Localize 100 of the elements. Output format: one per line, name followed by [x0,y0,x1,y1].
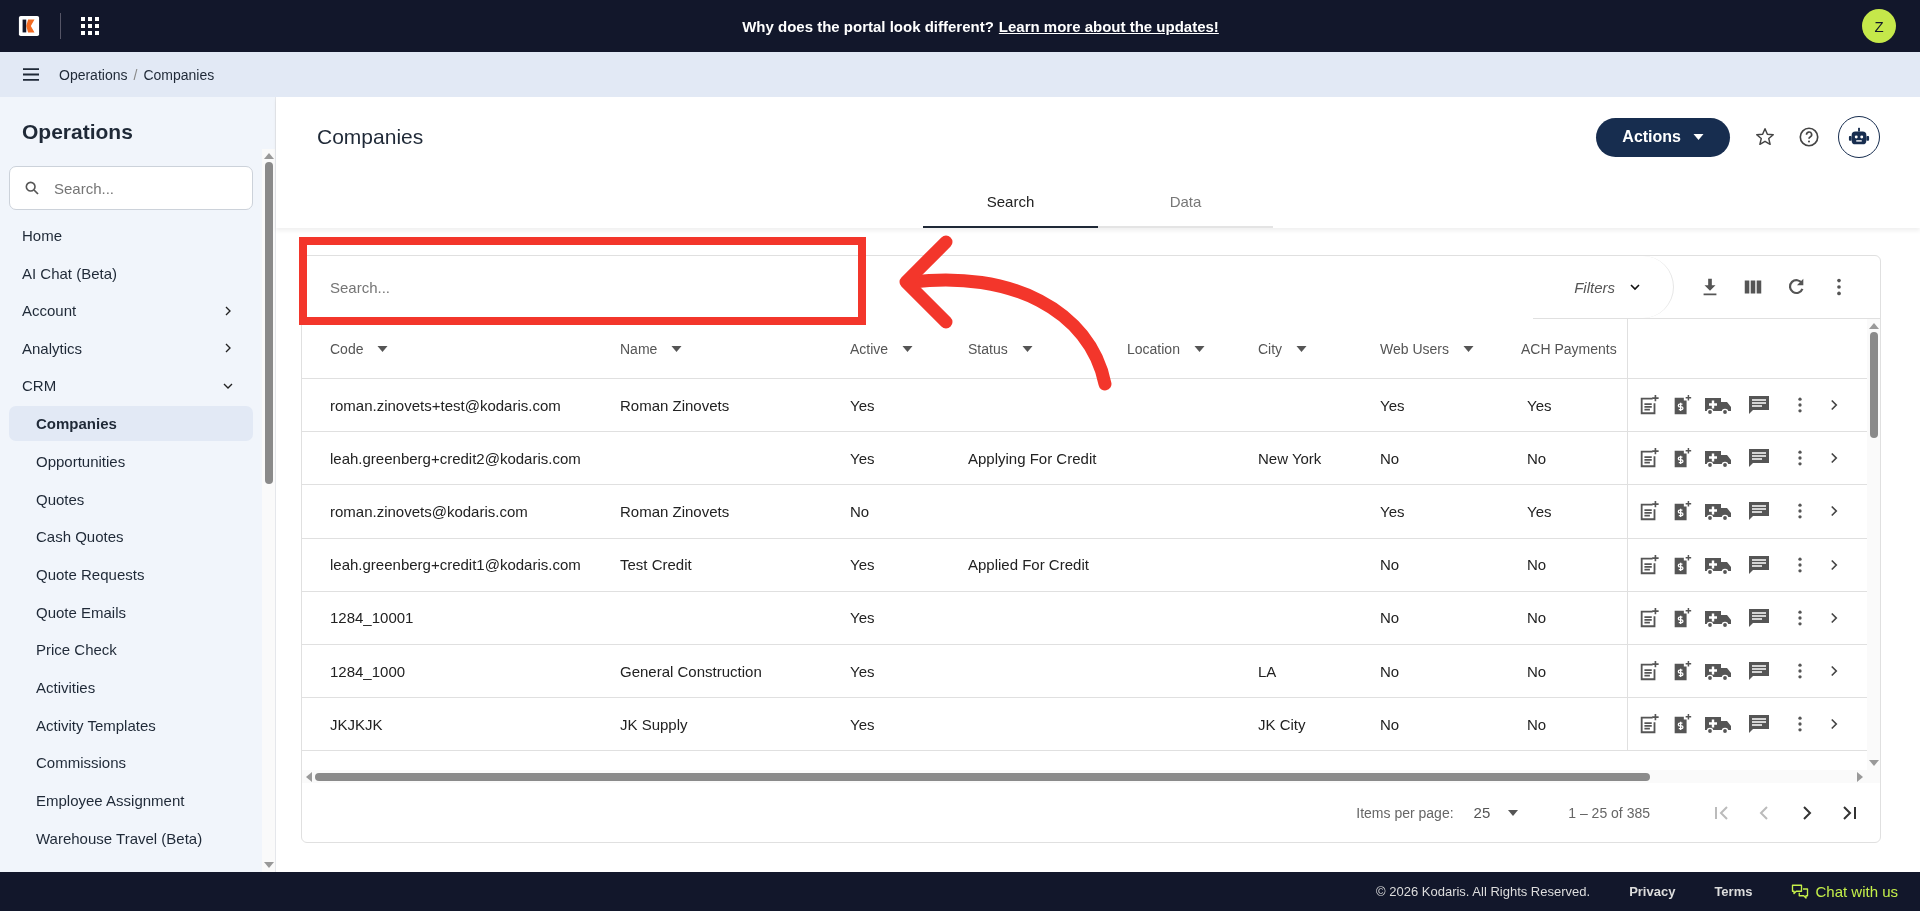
table-cell: Roman Zinovets [620,502,730,520]
page-size-select[interactable]: 25 [1473,804,1519,821]
sidebar-item[interactable]: Analytics [9,329,253,367]
scrollbar[interactable] [1867,319,1880,770]
table-cell: No [1380,556,1400,574]
sidebar-item[interactable]: Commissions [9,744,253,782]
column-header[interactable]: Code [302,319,592,378]
table-cell: Roman Zinovets [620,396,730,414]
page-range: 1 – 25 of 385 [1568,804,1650,821]
sidebar-item[interactable]: Warehouse Travel (Beta) [9,819,253,858]
table-cell: Test Credit [620,556,692,574]
sort-caret-icon [1021,345,1033,352]
column-header[interactable]: Location [1099,319,1230,378]
sidebar-item[interactable]: Quotes [9,480,253,518]
sidebar-item[interactable]: Price Check [9,630,253,669]
tab[interactable]: Search [923,177,1098,228]
note-plus-icon[interactable] [1638,713,1660,736]
table-cell: 1284_1000 [330,662,406,680]
table-cell: Yes [1527,502,1552,520]
tab[interactable]: Data [1098,177,1273,228]
note-plus-icon[interactable] [1638,660,1660,683]
sidebar-item[interactable]: Account [9,292,253,330]
sort-caret-icon [1463,345,1474,352]
table-cell: leah.greenberg+credit2@kodaris.com [330,449,581,467]
sort-caret-icon [671,345,683,352]
table-cell: No [850,502,870,520]
menu-icon[interactable] [23,68,39,81]
caret-icon [1508,809,1519,816]
column-header[interactable]: Status [940,319,1099,378]
table-cell: Yes [850,449,875,467]
table-cell: Yes [850,715,875,733]
table-cell: No [1527,449,1547,467]
star-icon[interactable] [1754,126,1776,148]
chat-bubbles-icon [1791,882,1810,901]
table-cell: LA [1258,662,1277,680]
sidebar-search-field[interactable]: Search... [9,166,253,210]
table-cell: No [1380,662,1400,680]
column-header[interactable]: Name [592,319,822,378]
footer-link[interactable]: Privacy [1629,884,1676,899]
user-avatar[interactable]: Z [1862,9,1896,43]
caret-icon [1693,134,1704,140]
sort-caret-icon [902,345,914,352]
table-cell: JK City [1258,715,1306,733]
note-plus-icon[interactable] [1638,500,1660,523]
sidebar-item[interactable]: Activity Templates [9,706,253,744]
table-cell: Yes [1380,396,1405,414]
breadcrumb-link[interactable]: Companies [143,66,215,83]
sidebar-item[interactable]: Companies [9,405,253,441]
banner-link[interactable]: Learn more about the updates! [998,17,1219,35]
table-cell: JK Supply [620,715,688,733]
sidebar-item[interactable]: CRM [9,367,253,405]
table-cell: No [1527,715,1547,733]
chat-link[interactable]: Chat with us [1791,882,1898,901]
page-title: Companies [317,125,425,149]
sidebar-title: Operations [21,119,134,145]
actions-button[interactable]: Actions [1596,117,1730,157]
column-header[interactable]: City [1230,319,1352,378]
table-cell: No [1380,609,1400,627]
table-cell: Yes [850,396,875,414]
items-per-page-label: Items per page: [1356,804,1454,821]
sidebar-item[interactable]: Employee Assignment [9,781,253,820]
table-cell: No [1380,449,1400,467]
sidebar-item[interactable]: AI Chat (Beta) [9,254,253,292]
sidebar-item[interactable]: Cash Quotes [9,517,253,556]
scrollbar[interactable] [302,770,1880,783]
copyright-text: © 2026 Kodaris. All Rights Reserved. [1376,884,1591,899]
table-cell: Applying For Credit [968,449,1097,467]
column-header[interactable]: Active [822,319,940,378]
table-cell: Yes [1380,502,1405,520]
table-cell: Applied For Credit [968,556,1089,574]
table-cell: Yes [850,662,875,680]
sort-caret-icon [377,345,389,352]
sidebar-item[interactable]: Opportunities [9,442,253,481]
sort-caret-icon [1193,345,1205,352]
note-plus-icon[interactable] [1638,447,1660,470]
sidebar-item[interactable]: Quote Requests [9,555,253,594]
table-cell: General Construction [620,662,762,680]
note-plus-icon[interactable] [1638,394,1660,417]
table-cell: No [1527,556,1547,574]
table-cell: No [1527,609,1547,627]
apps-grid-icon[interactable] [81,17,99,35]
column-header[interactable]: Web Users [1352,319,1499,378]
table-cell: Yes [850,609,875,627]
column-header[interactable]: ACH Payments [1499,319,1627,378]
sidebar-item[interactable]: Home [9,217,253,255]
logo-icon[interactable] [18,15,40,37]
sidebar-item[interactable]: Activities [9,668,253,707]
note-plus-icon[interactable] [1638,553,1660,576]
table-cell: New York [1258,449,1322,467]
search-icon [24,180,40,196]
footer-link[interactable]: Terms [1714,884,1753,899]
help-icon[interactable] [1798,126,1820,148]
table-cell: roman.zinovets@kodaris.com [330,502,528,520]
table-cell: roman.zinovets+test@kodaris.com [330,396,561,414]
sidebar-item[interactable]: Quote Emails [9,593,253,631]
breadcrumb-link[interactable]: Operations [59,66,128,83]
scrollbar[interactable] [262,149,275,872]
note-plus-icon[interactable] [1638,606,1660,629]
breadcrumb-separator: / [133,66,138,83]
table-cell: No [1527,662,1547,680]
